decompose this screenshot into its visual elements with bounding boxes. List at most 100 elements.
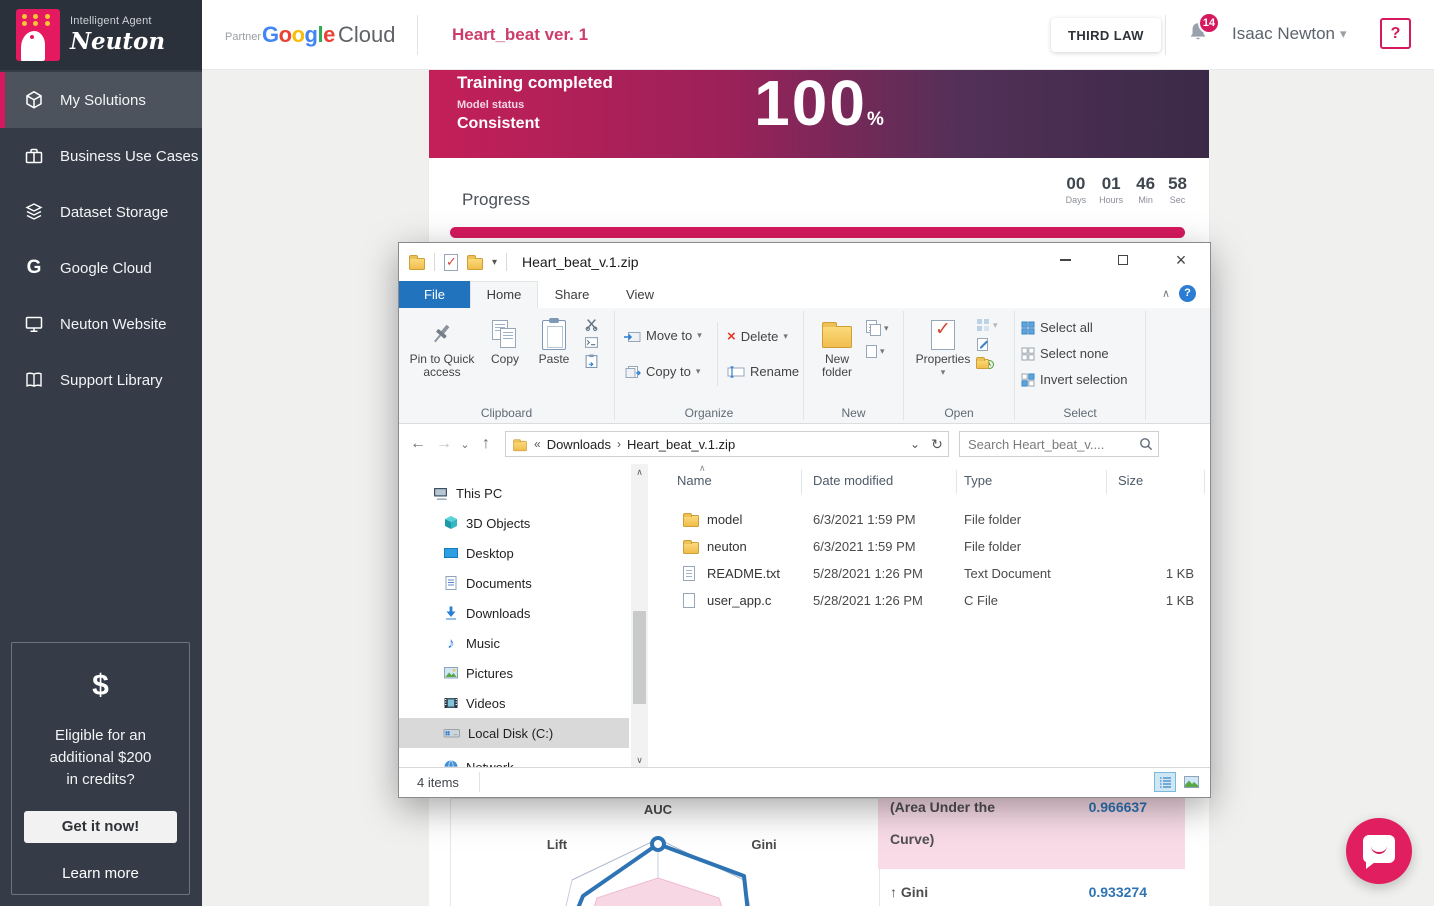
easy-access-icon[interactable]: ▾: [866, 345, 889, 358]
breadcrumb-separator-icon[interactable]: ›: [617, 437, 621, 451]
file-row-model[interactable]: model 6/3/2021 1:59 PM File folder: [649, 507, 1210, 534]
qat-separator: [506, 253, 507, 271]
column-name[interactable]: Name: [677, 473, 712, 488]
auc-label: (Area Under theCurve): [890, 799, 995, 847]
gini-metric-row[interactable]: ↑ Gini 0.933274: [878, 882, 1185, 906]
file-row-user-app[interactable]: user_app.c 5/28/2021 1:26 PM C File 1 KB: [649, 588, 1210, 615]
copy-to-button[interactable]: Copy to▾: [623, 364, 700, 379]
search-icon[interactable]: [1139, 437, 1153, 451]
maximize-button[interactable]: [1101, 243, 1145, 277]
history-icon[interactable]: [976, 356, 998, 369]
minimize-button[interactable]: [1043, 243, 1087, 277]
breadcrumb-overflow-icon[interactable]: «: [534, 437, 541, 451]
open-icon[interactable]: ▾: [976, 318, 998, 332]
tree-item-this-pc[interactable]: This PC: [399, 478, 629, 508]
back-icon[interactable]: ←: [405, 435, 431, 453]
tree-item-downloads[interactable]: Downloads: [399, 598, 629, 628]
get-it-now-button[interactable]: Get it now!: [24, 811, 177, 843]
forward-icon[interactable]: →: [431, 435, 457, 453]
auc-metric-row[interactable]: (Area Under theCurve) 0.966637: [878, 791, 1185, 869]
app-logo[interactable]: Intelligent Agent Neuton: [0, 0, 202, 70]
tree-item-desktop[interactable]: Desktop: [399, 538, 629, 568]
desktop-icon: [443, 545, 459, 561]
google-cloud-wordmark: Cloud: [338, 22, 395, 48]
column-type[interactable]: Type: [964, 473, 992, 488]
select-none-button[interactable]: Select none: [1021, 346, 1109, 361]
tree-scrollbar-thumb[interactable]: [633, 611, 646, 704]
recent-locations-icon[interactable]: ⌄: [457, 438, 473, 451]
tab-home[interactable]: Home: [470, 281, 538, 308]
collapse-ribbon-icon[interactable]: ∧: [1162, 287, 1170, 300]
column-separator[interactable]: [1204, 470, 1205, 494]
properties-button[interactable]: ✓ Properties▾: [914, 317, 972, 379]
rename-button[interactable]: Rename: [727, 364, 799, 379]
copy-button[interactable]: Copy: [483, 317, 527, 366]
c-file-icon: [683, 593, 695, 608]
group-label: New: [804, 406, 903, 420]
model-status-label: Model status: [457, 99, 524, 111]
address-dropdown-icon[interactable]: ⌄: [904, 437, 926, 451]
tree-item-local-disk-c[interactable]: Local Disk (C:): [399, 718, 629, 748]
refresh-icon[interactable]: ↻: [926, 436, 948, 453]
paste-shortcut-icon[interactable]: [585, 354, 598, 368]
copy-path-icon[interactable]: [585, 337, 598, 348]
column-separator[interactable]: [801, 470, 802, 494]
column-size[interactable]: Size: [1118, 473, 1143, 488]
sidebar-item-neuton-website[interactable]: Neuton Website: [0, 296, 202, 352]
tree-item-3d-objects[interactable]: 3D Objects: [399, 508, 629, 538]
search-input[interactable]: [960, 432, 1158, 456]
user-menu[interactable]: Isaac Newton: [1232, 24, 1335, 44]
select-all-button[interactable]: Select all: [1021, 320, 1093, 335]
close-button[interactable]: ×: [1159, 243, 1203, 277]
file-row-readme[interactable]: README.txt 5/28/2021 1:26 PM Text Docume…: [649, 561, 1210, 588]
file-row-neuton[interactable]: neuton 6/3/2021 1:59 PM File folder: [649, 534, 1210, 561]
tree-item-music[interactable]: ♪Music: [399, 628, 629, 658]
explorer-help-icon[interactable]: ?: [1179, 285, 1196, 302]
chevron-down-icon[interactable]: ▾: [1340, 26, 1347, 42]
tab-share[interactable]: Share: [538, 281, 606, 308]
tree-scrollbar[interactable]: ∧ ∨: [631, 464, 648, 769]
explorer-titlebar[interactable]: ✓ ▾ Heart_beat_v.1.zip ×: [399, 243, 1210, 281]
sidebar-item-support-library[interactable]: Support Library: [0, 352, 202, 408]
column-separator[interactable]: [1106, 470, 1107, 494]
third-law-button[interactable]: THIRD LAW: [1051, 18, 1161, 52]
tab-view[interactable]: View: [606, 281, 674, 308]
edit-icon[interactable]: [976, 337, 998, 351]
group-label: Organize: [615, 406, 803, 420]
notifications-bell-button[interactable]: 14: [1186, 20, 1216, 50]
up-icon[interactable]: ↑: [473, 435, 499, 453]
google-logo: Google: [262, 22, 335, 48]
sidebar-item-google-cloud[interactable]: G Google Cloud: [0, 240, 202, 296]
address-box[interactable]: « Downloads › Heart_beat_v.1.zip ⌄ ↻: [505, 431, 949, 457]
cut-icon[interactable]: [585, 318, 598, 331]
folder-icon: [683, 515, 699, 527]
learn-more-link[interactable]: Learn more: [12, 865, 189, 882]
move-to-button[interactable]: Move to▾: [623, 328, 702, 343]
invert-selection-button[interactable]: Invert selection: [1021, 372, 1127, 387]
tree-item-pictures[interactable]: Pictures: [399, 658, 629, 688]
column-separator[interactable]: [956, 470, 957, 494]
qat-customize-icon[interactable]: ▾: [492, 257, 497, 268]
details-view-button[interactable]: [1154, 772, 1176, 792]
paste-button[interactable]: Paste: [531, 317, 577, 366]
new-folder-button[interactable]: Newfolder: [812, 317, 862, 379]
pin-to-quick-access-button[interactable]: Pin to Quickaccess: [407, 317, 477, 379]
qat-folder-icon[interactable]: [467, 258, 483, 270]
chat-fab-button[interactable]: [1346, 818, 1412, 884]
column-date-modified[interactable]: Date modified: [813, 473, 893, 488]
select-all-icon: [1021, 321, 1035, 335]
new-item-icon[interactable]: ▾: [866, 320, 889, 336]
large-icons-view-button[interactable]: [1180, 772, 1202, 792]
scroll-up-icon[interactable]: ∧: [631, 464, 648, 481]
breadcrumb-current[interactable]: Heart_beat_v.1.zip: [627, 437, 735, 452]
breadcrumb-downloads[interactable]: Downloads: [547, 437, 611, 452]
delete-button[interactable]: × Delete▾: [727, 328, 788, 345]
sidebar-item-my-solutions[interactable]: My Solutions: [0, 72, 202, 128]
qat-properties-icon[interactable]: ✓: [444, 254, 458, 271]
sidebar-item-dataset-storage[interactable]: Dataset Storage: [0, 184, 202, 240]
sidebar-item-business-use-cases[interactable]: Business Use Cases: [0, 128, 202, 184]
tab-file[interactable]: File: [399, 281, 470, 308]
tree-item-videos[interactable]: Videos: [399, 688, 629, 718]
tree-item-documents[interactable]: Documents: [399, 568, 629, 598]
help-button[interactable]: ?: [1380, 18, 1411, 49]
